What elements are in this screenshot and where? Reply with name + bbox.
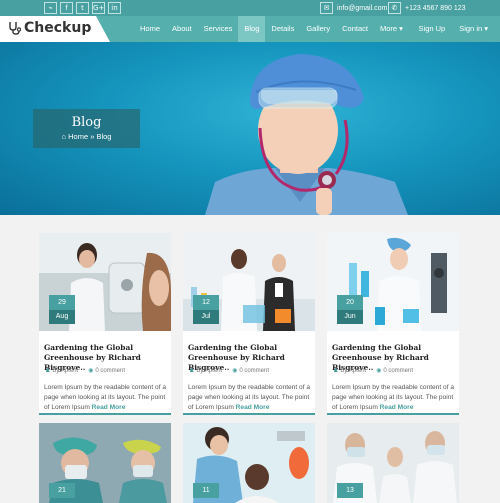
nav-menu: Home About Services Blog Details Gallery… — [134, 16, 409, 42]
rss-icon[interactable]: ⌁ — [44, 2, 57, 14]
top-bar: ⌁ f t G+ in ✉ info@gmail.com ✆ +123 4567… — [0, 0, 500, 16]
auth-links: Sign Up Sign in ▾ — [419, 16, 488, 42]
post-comments[interactable]: ◉ 0 comment — [88, 367, 125, 374]
post-date: 29 Aug — [49, 295, 75, 324]
email-contact[interactable]: ✉ info@gmail.com — [320, 2, 387, 14]
envelope-icon: ✉ — [320, 2, 333, 14]
phone-contact: ✆ +123 4567 890 123 — [388, 2, 466, 14]
breadcrumb-text[interactable]: Home » Blog — [68, 132, 111, 141]
post-date: 20 Jun — [337, 295, 363, 324]
linkedin-icon[interactable]: in — [108, 2, 121, 14]
google-plus-icon[interactable]: G+ — [92, 2, 105, 14]
stethoscope-icon — [9, 22, 21, 35]
blog-card[interactable]: 11 — [183, 423, 315, 503]
post-month: Aug — [49, 310, 75, 324]
page-title-box: Blog ⌂ Home » Blog — [33, 109, 140, 148]
post-day: 20 — [337, 295, 363, 310]
post-date: 12 Jul — [193, 295, 219, 324]
post-excerpt: Lorem Ipsum by the readable content of a… — [44, 384, 167, 411]
blog-card[interactable]: 20 Jun Gardening the Global Greenhouse b… — [327, 233, 459, 415]
read-more-link[interactable]: Read More — [236, 404, 270, 411]
nav-item-contact[interactable]: Contact — [336, 16, 374, 42]
nav-item-more[interactable]: More ▾ — [374, 16, 409, 42]
post-day: 11 — [193, 483, 219, 498]
signup-link[interactable]: Sign Up — [419, 16, 446, 42]
post-comments[interactable]: ◉ 0 comment — [376, 367, 413, 374]
post-day: 21 — [49, 483, 75, 498]
phone-icon: ✆ — [388, 2, 401, 14]
nav-item-blog[interactable]: Blog — [238, 16, 266, 42]
page-title: Blog — [71, 115, 102, 130]
post-date: 13 — [337, 483, 363, 498]
nav-item-details[interactable]: Details — [265, 16, 300, 42]
read-more-link[interactable]: Read More — [380, 404, 414, 411]
blog-card[interactable]: 12 Jul Gardening the Global Greenhouse b… — [183, 233, 315, 415]
brand-name: Checkup — [24, 20, 92, 36]
user-icon: ♟ — [189, 367, 195, 374]
blog-card[interactable]: 29 Aug Gardening the Global Greenhouse b… — [39, 233, 171, 415]
post-author[interactable]: ♟ By Aptent — [333, 367, 366, 374]
post-day: 12 — [193, 295, 219, 310]
comment-icon: ◉ — [376, 367, 382, 374]
email-text[interactable]: info@gmail.com — [337, 5, 387, 12]
social-links: ⌁ f t G+ in — [44, 2, 121, 14]
post-meta: ♟ By Aptent ◉ 0 comment — [189, 367, 269, 374]
post-date: 21 — [49, 483, 75, 498]
phone-text: +123 4567 890 123 — [405, 4, 466, 12]
post-excerpt: Lorem Ipsum by the readable content of a… — [188, 384, 311, 411]
post-month: Jul — [193, 310, 219, 324]
facebook-icon[interactable]: f — [60, 2, 73, 14]
blog-card[interactable]: 21 — [39, 423, 171, 503]
brand-logo[interactable]: Checkup — [8, 20, 91, 36]
comment-icon: ◉ — [88, 367, 94, 374]
post-meta: ♟ By Aptent ◉ 0 comment — [333, 367, 413, 374]
user-icon: ♟ — [45, 367, 51, 374]
user-icon: ♟ — [333, 367, 339, 374]
blog-card[interactable]: 13 — [327, 423, 459, 503]
home-icon: ⌂ — [61, 132, 67, 141]
post-date: 11 — [193, 483, 219, 498]
comment-icon: ◉ — [232, 367, 238, 374]
signin-dropdown[interactable]: Sign in ▾ — [459, 16, 488, 42]
post-day: 29 — [49, 295, 75, 310]
nav-item-home[interactable]: Home — [134, 16, 166, 42]
post-meta: ♟ By Aptent ◉ 0 comment — [45, 367, 125, 374]
nav-item-about[interactable]: About — [166, 16, 198, 42]
post-author[interactable]: ♟ By Aptent — [189, 367, 222, 374]
post-author[interactable]: ♟ By Aptent — [45, 367, 78, 374]
post-excerpt: Lorem Ipsum by the readable content of a… — [332, 384, 455, 411]
post-comments[interactable]: ◉ 0 comment — [232, 367, 269, 374]
nav-item-gallery[interactable]: Gallery — [300, 16, 336, 42]
read-more-link[interactable]: Read More — [92, 404, 126, 411]
nav-item-services[interactable]: Services — [198, 16, 239, 42]
breadcrumb: ⌂ Home » Blog — [33, 132, 140, 141]
twitter-icon[interactable]: t — [76, 2, 89, 14]
post-day: 13 — [337, 483, 363, 498]
post-month: Jun — [337, 310, 363, 324]
